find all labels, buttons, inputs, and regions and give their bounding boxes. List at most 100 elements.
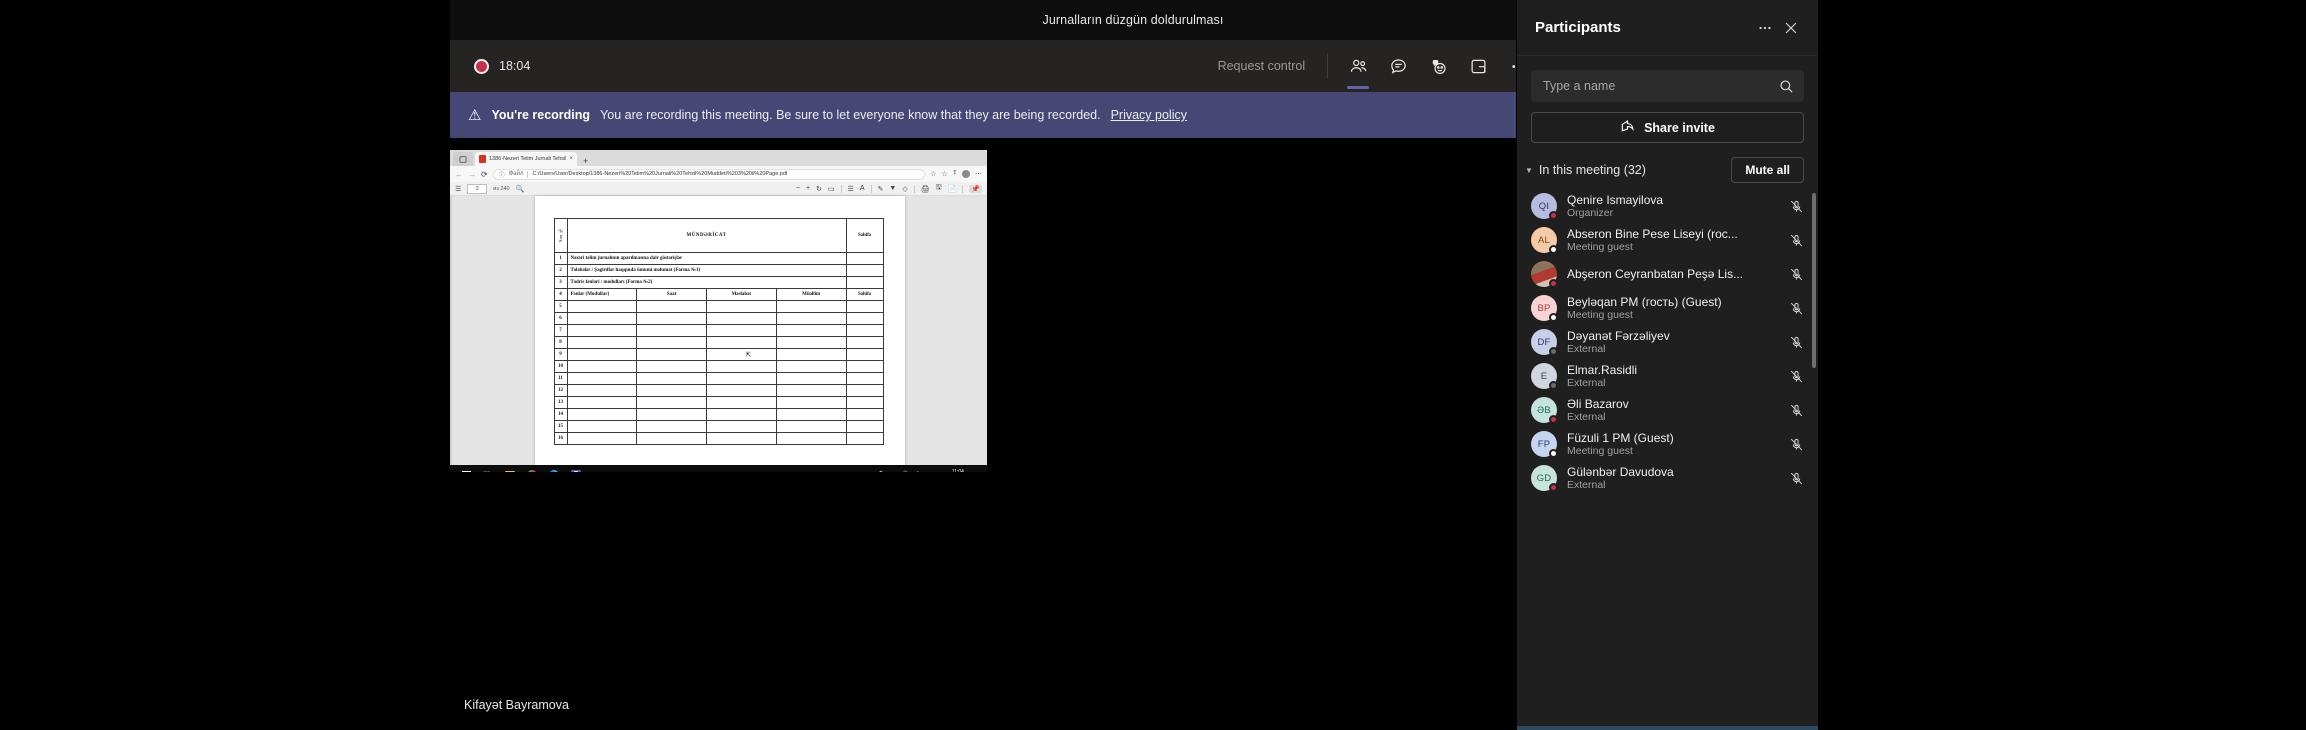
start-icon[interactable] <box>455 465 477 472</box>
list-item[interactable]: QI Qenire Ismayilova Organizer <box>1517 189 1818 223</box>
list-item[interactable]: ƏB Əli Bazarov External <box>1517 393 1818 427</box>
more-options-icon[interactable] <box>1752 15 1778 41</box>
pdf-favicon-icon <box>479 155 486 163</box>
mic-muted-icon[interactable] <box>1789 471 1804 486</box>
list-item[interactable]: AL Abseron Bine Pese Liseyi (roc... Meet… <box>1517 223 1818 257</box>
cell <box>636 348 707 361</box>
pdf-highlight-icon[interactable]: ▼ <box>889 185 896 192</box>
pdf-page-input[interactable]: 2 <box>467 183 488 194</box>
avatar-initials: GD <box>1536 472 1552 484</box>
mute-all-button[interactable]: Mute all <box>1731 157 1804 183</box>
reload-icon[interactable]: ⟳ <box>481 170 488 179</box>
cell <box>775 372 847 385</box>
edge-icon[interactable] <box>543 465 565 472</box>
mic-muted-icon[interactable] <box>1789 369 1804 384</box>
search-icon[interactable] <box>1779 79 1794 94</box>
mic-muted-icon[interactable] <box>1789 335 1804 350</box>
cell <box>566 360 638 373</box>
reactions-icon[interactable] <box>1421 49 1455 83</box>
mic-muted-icon[interactable] <box>1789 403 1804 418</box>
mic-muted-icon[interactable] <box>1789 301 1804 316</box>
list-item[interactable]: E Elmar.Rasidli External <box>1517 359 1818 393</box>
mic-muted-icon[interactable] <box>1789 437 1804 452</box>
subheader-c4: Müəllim <box>775 288 847 301</box>
language-indicator[interactable]: AZE <box>927 472 941 473</box>
teams-icon[interactable] <box>565 465 587 472</box>
breakout-rooms-icon[interactable] <box>1461 49 1495 83</box>
pdf-search-icon[interactable]: 🔍 <box>516 185 525 193</box>
cell <box>566 312 638 325</box>
network-icon[interactable]: ◯ <box>914 471 922 472</box>
table-row: 6 <box>553 312 884 325</box>
list-item[interactable]: BP Beyləqan PM (гость) (Guest) Meeting g… <box>1517 291 1818 325</box>
pdf-zoom-out-icon[interactable]: − <box>796 185 800 192</box>
pdf-print-icon[interactable]: 🖨 <box>921 185 930 193</box>
pdf-toc-icon[interactable]: ☰ <box>455 185 461 193</box>
privacy-policy-link[interactable]: Privacy policy <box>1111 108 1187 122</box>
pdf-viewport[interactable]: Sıra № MÜNDƏRİCAT Səhifə 1 Nəzəri təlim … <box>450 196 987 465</box>
presence-badge <box>1549 381 1558 390</box>
pdf-zoom-in-icon[interactable]: + <box>806 185 810 192</box>
favorites-icon[interactable]: ☆ <box>942 170 948 178</box>
pdf-erase-icon[interactable]: ◇ <box>902 185 907 193</box>
pdf-read-aloud-icon[interactable]: ☰ <box>848 185 854 193</box>
tab-close-icon[interactable]: × <box>569 156 573 162</box>
mic-muted-icon[interactable] <box>1789 233 1804 248</box>
avatar: DF <box>1531 329 1558 356</box>
input-indicator-icon[interactable]: ⇔ <box>888 472 895 473</box>
mic-muted-icon[interactable] <box>1789 199 1804 214</box>
chrome-icon[interactable] <box>521 465 543 472</box>
pdf-save-icon[interactable]: 🖫 <box>936 183 942 194</box>
close-icon[interactable] <box>1778 15 1804 41</box>
browser-more-icon[interactable]: ⋯ <box>975 170 982 178</box>
back-icon[interactable]: ← <box>455 170 463 179</box>
volume-icon[interactable]: 🔊 <box>900 471 909 472</box>
cell <box>845 360 884 373</box>
battery-icon[interactable]: ■ <box>857 472 861 473</box>
show-hidden-icons-icon[interactable]: ^ <box>866 472 869 473</box>
tab-search-icon[interactable] <box>453 152 473 166</box>
avatar: QI <box>1531 193 1558 220</box>
notifications-icon[interactable]: ▢ <box>975 471 982 472</box>
pdf-pin-icon[interactable]: 📌 <box>969 184 982 193</box>
url-bar[interactable]: ⓘ Файл C:/Users/User/Desktop/1386-Nezeri… <box>492 168 926 180</box>
profile-avatar[interactable] <box>962 170 970 178</box>
pdf-notes-icon[interactable]: 📄 <box>948 185 957 193</box>
browser-tab-title: 1386-Nezeri Telim Jurnali Tehsil <box>489 156 567 162</box>
list-item[interactable]: DF Dəyanət Fərzəliyev External <box>1517 325 1818 359</box>
cell <box>775 420 847 433</box>
share-invite-label: Share invite <box>1644 120 1715 135</box>
microphone-icon[interactable]: 🎤 <box>874 471 883 472</box>
collections-icon[interactable]: ⍒ <box>953 170 957 178</box>
participants-scrollbar[interactable] <box>1812 193 1816 368</box>
people-icon[interactable] <box>1341 49 1375 89</box>
search-input[interactable] <box>1543 79 1779 93</box>
task-view-icon[interactable] <box>477 465 499 472</box>
pdf-fit-page-icon[interactable]: ▭ <box>828 185 835 193</box>
pdf-page-content: Sıra № MÜNDƏRİCAT Səhifə 1 Nəzəri təlim … <box>535 196 905 445</box>
pdf-rotate-icon[interactable]: ↻ <box>816 185 822 193</box>
recording-indicator: 18:04 <box>474 58 530 74</box>
new-tab-button[interactable]: + <box>579 156 592 166</box>
list-item[interactable]: FP Füzuli 1 PM (Guest) Meeting guest <box>1517 427 1818 461</box>
row-no: 9 <box>553 348 568 361</box>
participants-list[interactable]: QI Qenire Ismayilova Organizer AL Absero <box>1517 189 1818 726</box>
request-control-button[interactable]: Request control <box>1206 53 1318 79</box>
cell <box>706 324 777 337</box>
file-explorer-icon[interactable] <box>499 465 521 472</box>
chevron-down-icon[interactable]: ▼ <box>1525 166 1533 175</box>
share-invite-button[interactable]: Share invite <box>1531 112 1804 143</box>
list-item[interactable]: Abşeron Ceyranbatan Peşə Lis... <box>1517 257 1818 291</box>
taskbar-clock[interactable]: 11:04 08.12.2021 <box>945 469 970 472</box>
list-item[interactable]: GD Gülənbər Davudova External <box>1517 461 1818 495</box>
mic-muted-icon[interactable] <box>1789 267 1804 282</box>
pdf-text-style-icon[interactable]: A <box>860 185 865 192</box>
search-box[interactable] <box>1531 70 1804 102</box>
chat-icon[interactable] <box>1381 49 1415 83</box>
pdf-draw-icon[interactable]: ✎ <box>878 185 884 193</box>
browser-tab[interactable]: 1386-Nezeri Telim Jurnali Tehsil × <box>475 152 577 166</box>
favorite-add-icon[interactable]: ☆ <box>930 170 936 178</box>
forward-icon[interactable]: → <box>468 170 476 179</box>
row-no: 3 <box>553 276 568 289</box>
browser-actions: ☆ ☆ ⍒ ⋯ <box>930 170 982 178</box>
